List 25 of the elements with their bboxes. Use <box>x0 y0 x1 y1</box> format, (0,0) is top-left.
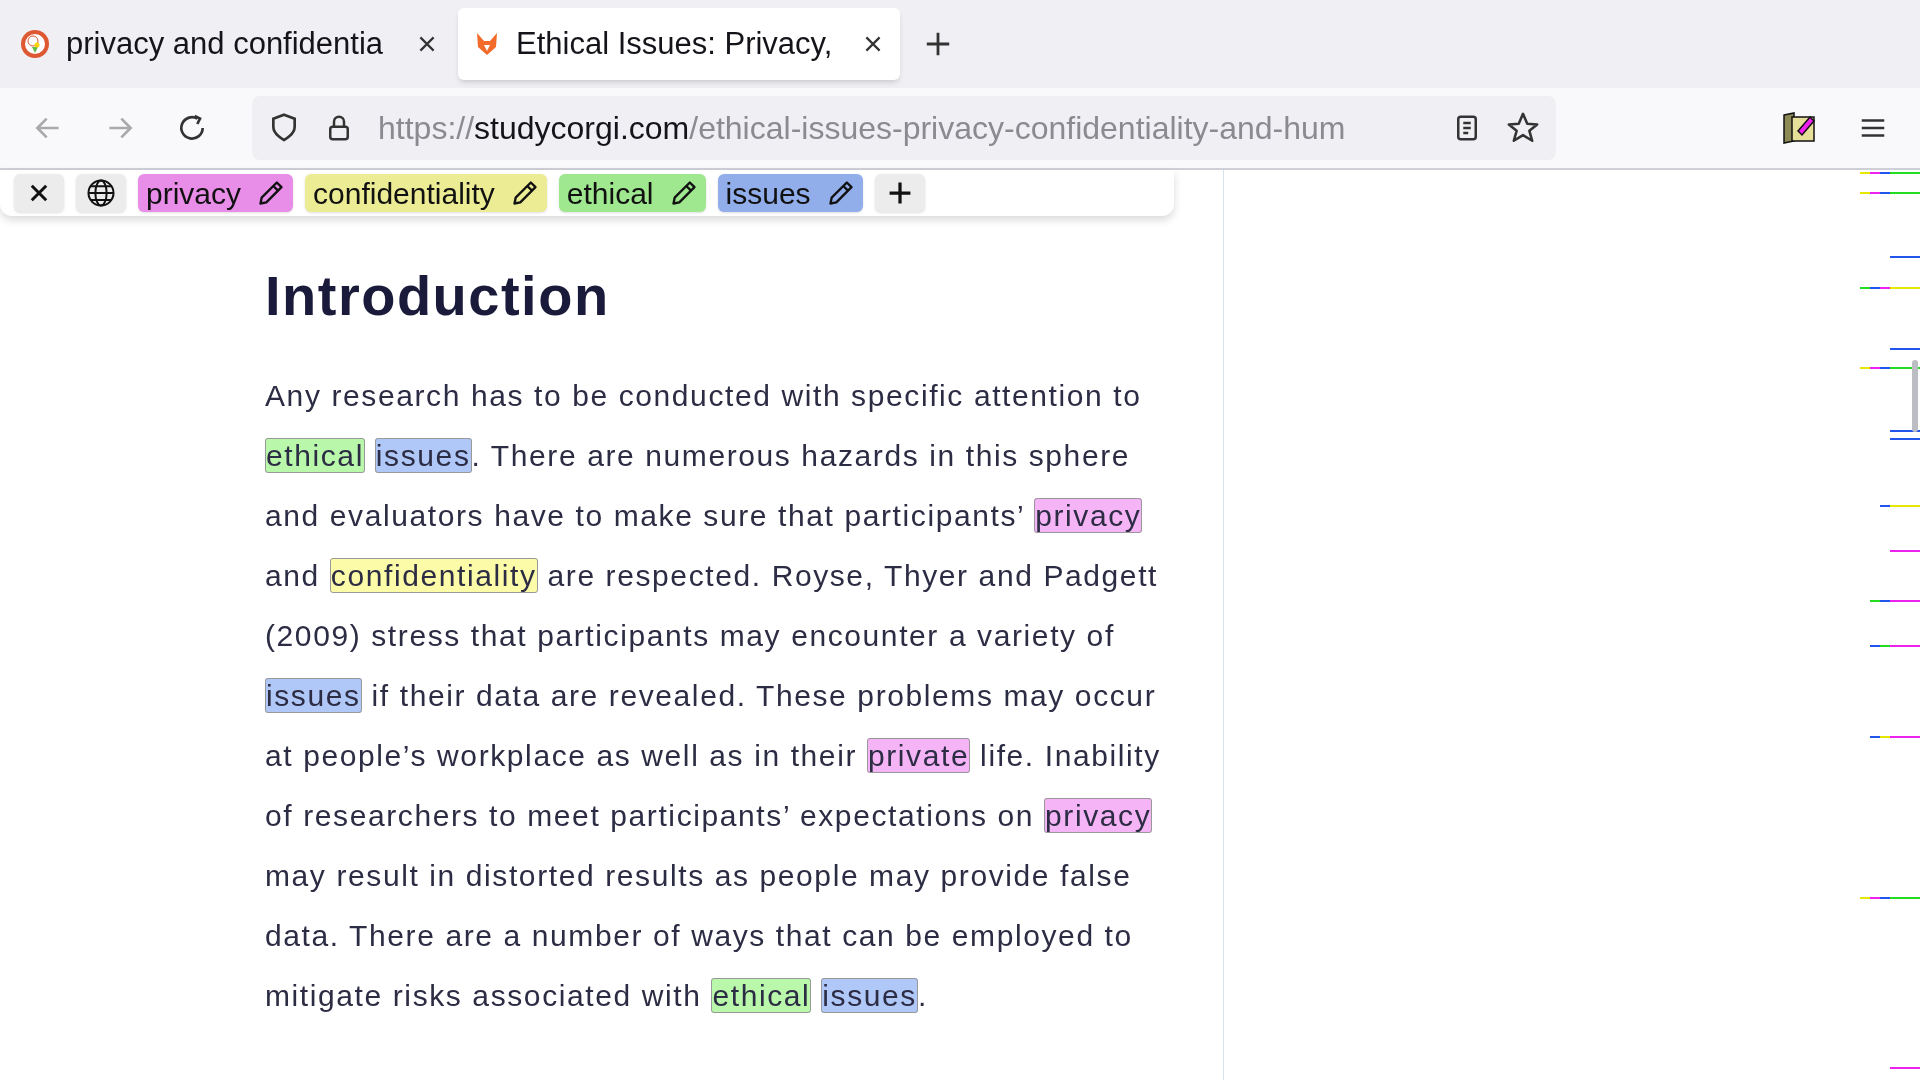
pencil-icon <box>669 179 698 207</box>
add-button[interactable] <box>874 174 925 212</box>
highlight-term-chip[interactable]: privacy <box>138 174 294 212</box>
close-button[interactable] <box>14 174 64 212</box>
new-tab-icon[interactable] <box>924 30 952 58</box>
article-heading: Introduction <box>265 268 611 324</box>
scrollbar-thumb[interactable] <box>1912 360 1918 432</box>
pencil-icon <box>510 179 539 207</box>
highlight-term-chip[interactable]: confidentiality <box>305 174 547 212</box>
browser-tab[interactable]: privacy and confidentia <box>8 8 450 80</box>
tab-title: Ethical Issues: Privacy, <box>516 24 834 63</box>
highlight-term-chip[interactable]: ethical <box>558 174 706 212</box>
highlight-term-chip[interactable]: issues <box>717 174 863 212</box>
dog-icon <box>474 31 500 57</box>
browser-tab[interactable]: Ethical Issues: Privacy, <box>458 8 900 80</box>
star-icon[interactable] <box>1506 111 1540 145</box>
address-bar[interactable]: https://studycorgi.com/ethical-issues-privacy-confidentiality-and-hum <box>252 96 1556 160</box>
tab-title: privacy and confidentia <box>66 24 385 63</box>
globe-button[interactable] <box>76 174 126 212</box>
url-text: https://studycorgi.com/ethical-issues-privacy-confidentiality-and-hum <box>378 109 1347 148</box>
highlighter-extension-icon[interactable] <box>1782 111 1818 145</box>
pencil-icon <box>826 179 855 207</box>
article-paragraph: Any research has to be conducted with specific attention to ethical issues. There are numerous hazards in this sphere and evaluators have to make sure that participants’ privacy and confidentiality are respected. Royse, Thyer and Padgett (2009) stress that participants may encounter a variety of issues if their data are revealed. These problems may occur at people’s workplace as well as in their private life. Inability of researchers to meet participants’ expectations on privacy may result in distorted results as people may provide false data. There are a number of ways that can be employed to mitigate risks associated with ethical issues. <box>265 378 1162 1015</box>
pencil-icon <box>257 179 286 207</box>
globe-icon <box>86 178 116 208</box>
